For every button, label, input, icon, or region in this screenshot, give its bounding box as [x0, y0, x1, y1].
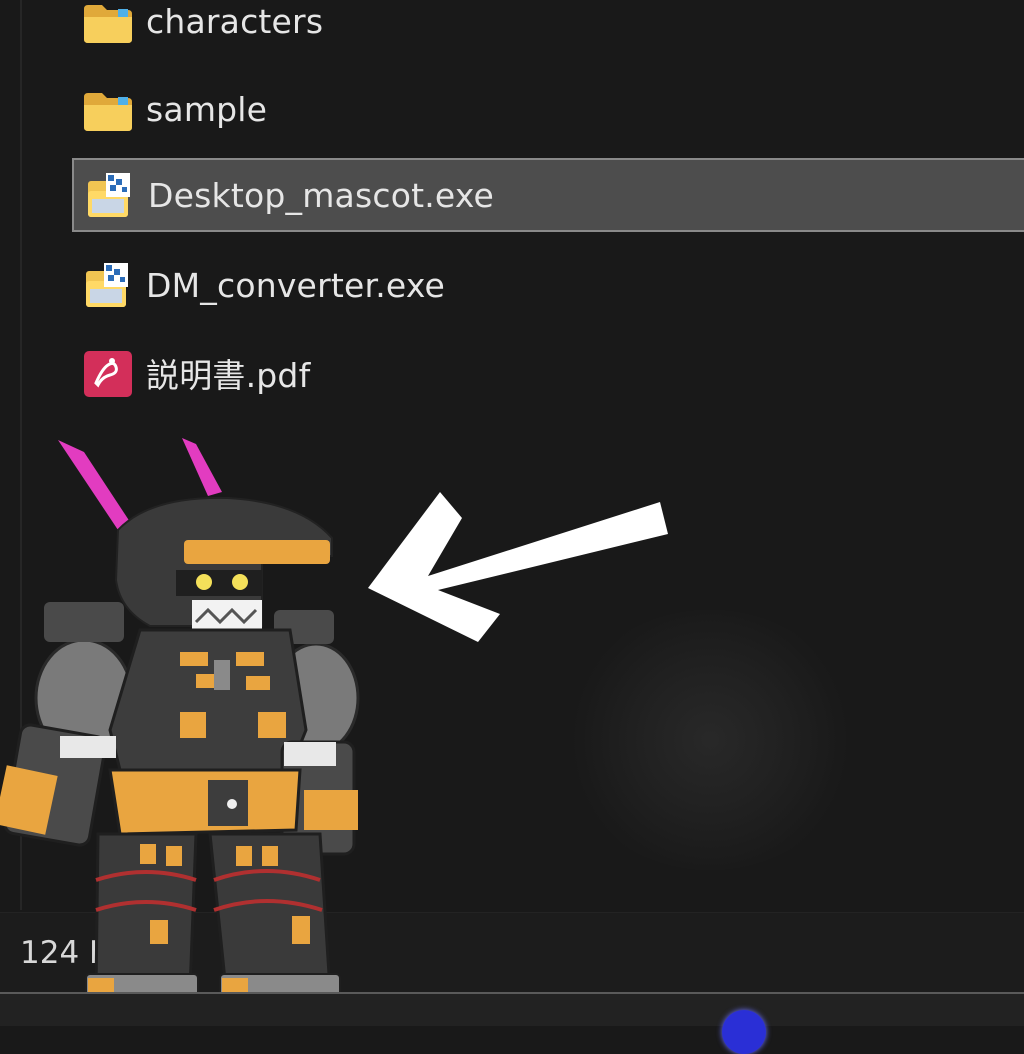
file-name: 説明書.pdf: [146, 356, 311, 395]
folder-icon: [82, 0, 134, 47]
file-row-manual-pdf[interactable]: 説明書.pdf: [72, 336, 1024, 410]
file-name: sample: [146, 89, 268, 129]
file-row-dm-converter[interactable]: DM_converter.exe: [72, 248, 1024, 322]
app-exe-icon: [82, 259, 134, 311]
taskbar: [0, 992, 1024, 1054]
file-name: Desktop_mascot.exe: [148, 175, 495, 215]
taskbar-app-icon[interactable]: [722, 1010, 766, 1054]
file-row-characters[interactable]: characters: [72, 0, 1024, 58]
file-row-desktop-mascot[interactable]: Desktop_mascot.exe: [72, 158, 1024, 232]
pdf-icon: [82, 347, 134, 399]
arrow-pointing-left-icon: [368, 492, 668, 642]
app-exe-icon: [84, 169, 136, 221]
folder-icon: [82, 83, 134, 135]
file-name: DM_converter.exe: [146, 265, 446, 305]
file-name: characters: [146, 1, 324, 41]
robot-mascot[interactable]: [0, 430, 380, 1005]
file-row-sample[interactable]: sample: [72, 72, 1024, 146]
